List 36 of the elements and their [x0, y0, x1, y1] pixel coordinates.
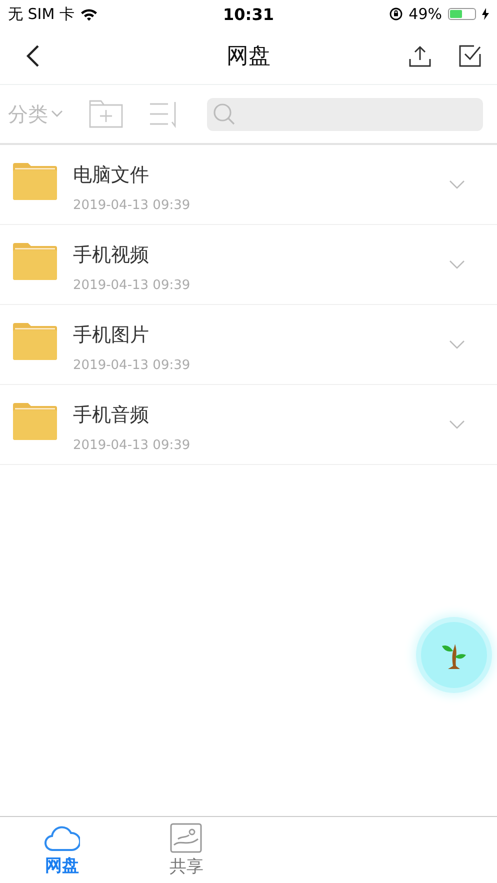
new-folder-icon[interactable] [89, 100, 123, 128]
search-field[interactable] [207, 98, 483, 130]
folder-date: 2019-04-13 09:39 [73, 438, 192, 453]
charging-icon [482, 8, 489, 20]
battery-text: 49% [408, 5, 442, 23]
tab[interactable]: 共享 [124, 817, 248, 883]
back-icon[interactable] [26, 44, 40, 68]
search-icon [213, 103, 235, 125]
carrier-text: 无 SIM 卡 [8, 4, 74, 24]
sprout-float-button[interactable] [421, 622, 487, 688]
folder-icon [13, 402, 57, 440]
clock-text: 10:31 [223, 4, 274, 24]
image-share-icon [170, 822, 202, 852]
folder-icon [13, 242, 57, 280]
folder-icon [13, 162, 57, 200]
wifi-icon [80, 8, 98, 20]
folder-name[interactable]: 手机图片 [73, 322, 449, 348]
expand-chevron-icon[interactable] [449, 420, 465, 429]
battery-icon [448, 8, 476, 20]
folder-icon [13, 322, 57, 360]
rotation-lock-icon [388, 7, 403, 21]
expand-chevron-icon[interactable] [449, 340, 465, 349]
caret-icon [51, 110, 63, 118]
tab[interactable]: 网盘 [0, 817, 124, 883]
folder-name[interactable]: 手机音频 [73, 402, 449, 428]
folder-name[interactable]: 手机视频 [73, 242, 449, 268]
folder-date: 2019-04-13 09:39 [73, 358, 192, 373]
folder-date: 2019-04-13 09:39 [73, 198, 192, 213]
expand-chevron-icon[interactable] [449, 180, 465, 189]
select-checkbox-icon[interactable] [459, 45, 481, 67]
folder-date: 2019-04-13 09:39 [73, 278, 192, 293]
folder-name[interactable]: 电脑文件 [73, 162, 449, 188]
page-title: 网盘 [226, 43, 270, 71]
expand-chevron-icon[interactable] [449, 260, 465, 269]
upload-icon[interactable] [409, 45, 431, 67]
cloud-icon [44, 824, 80, 852]
